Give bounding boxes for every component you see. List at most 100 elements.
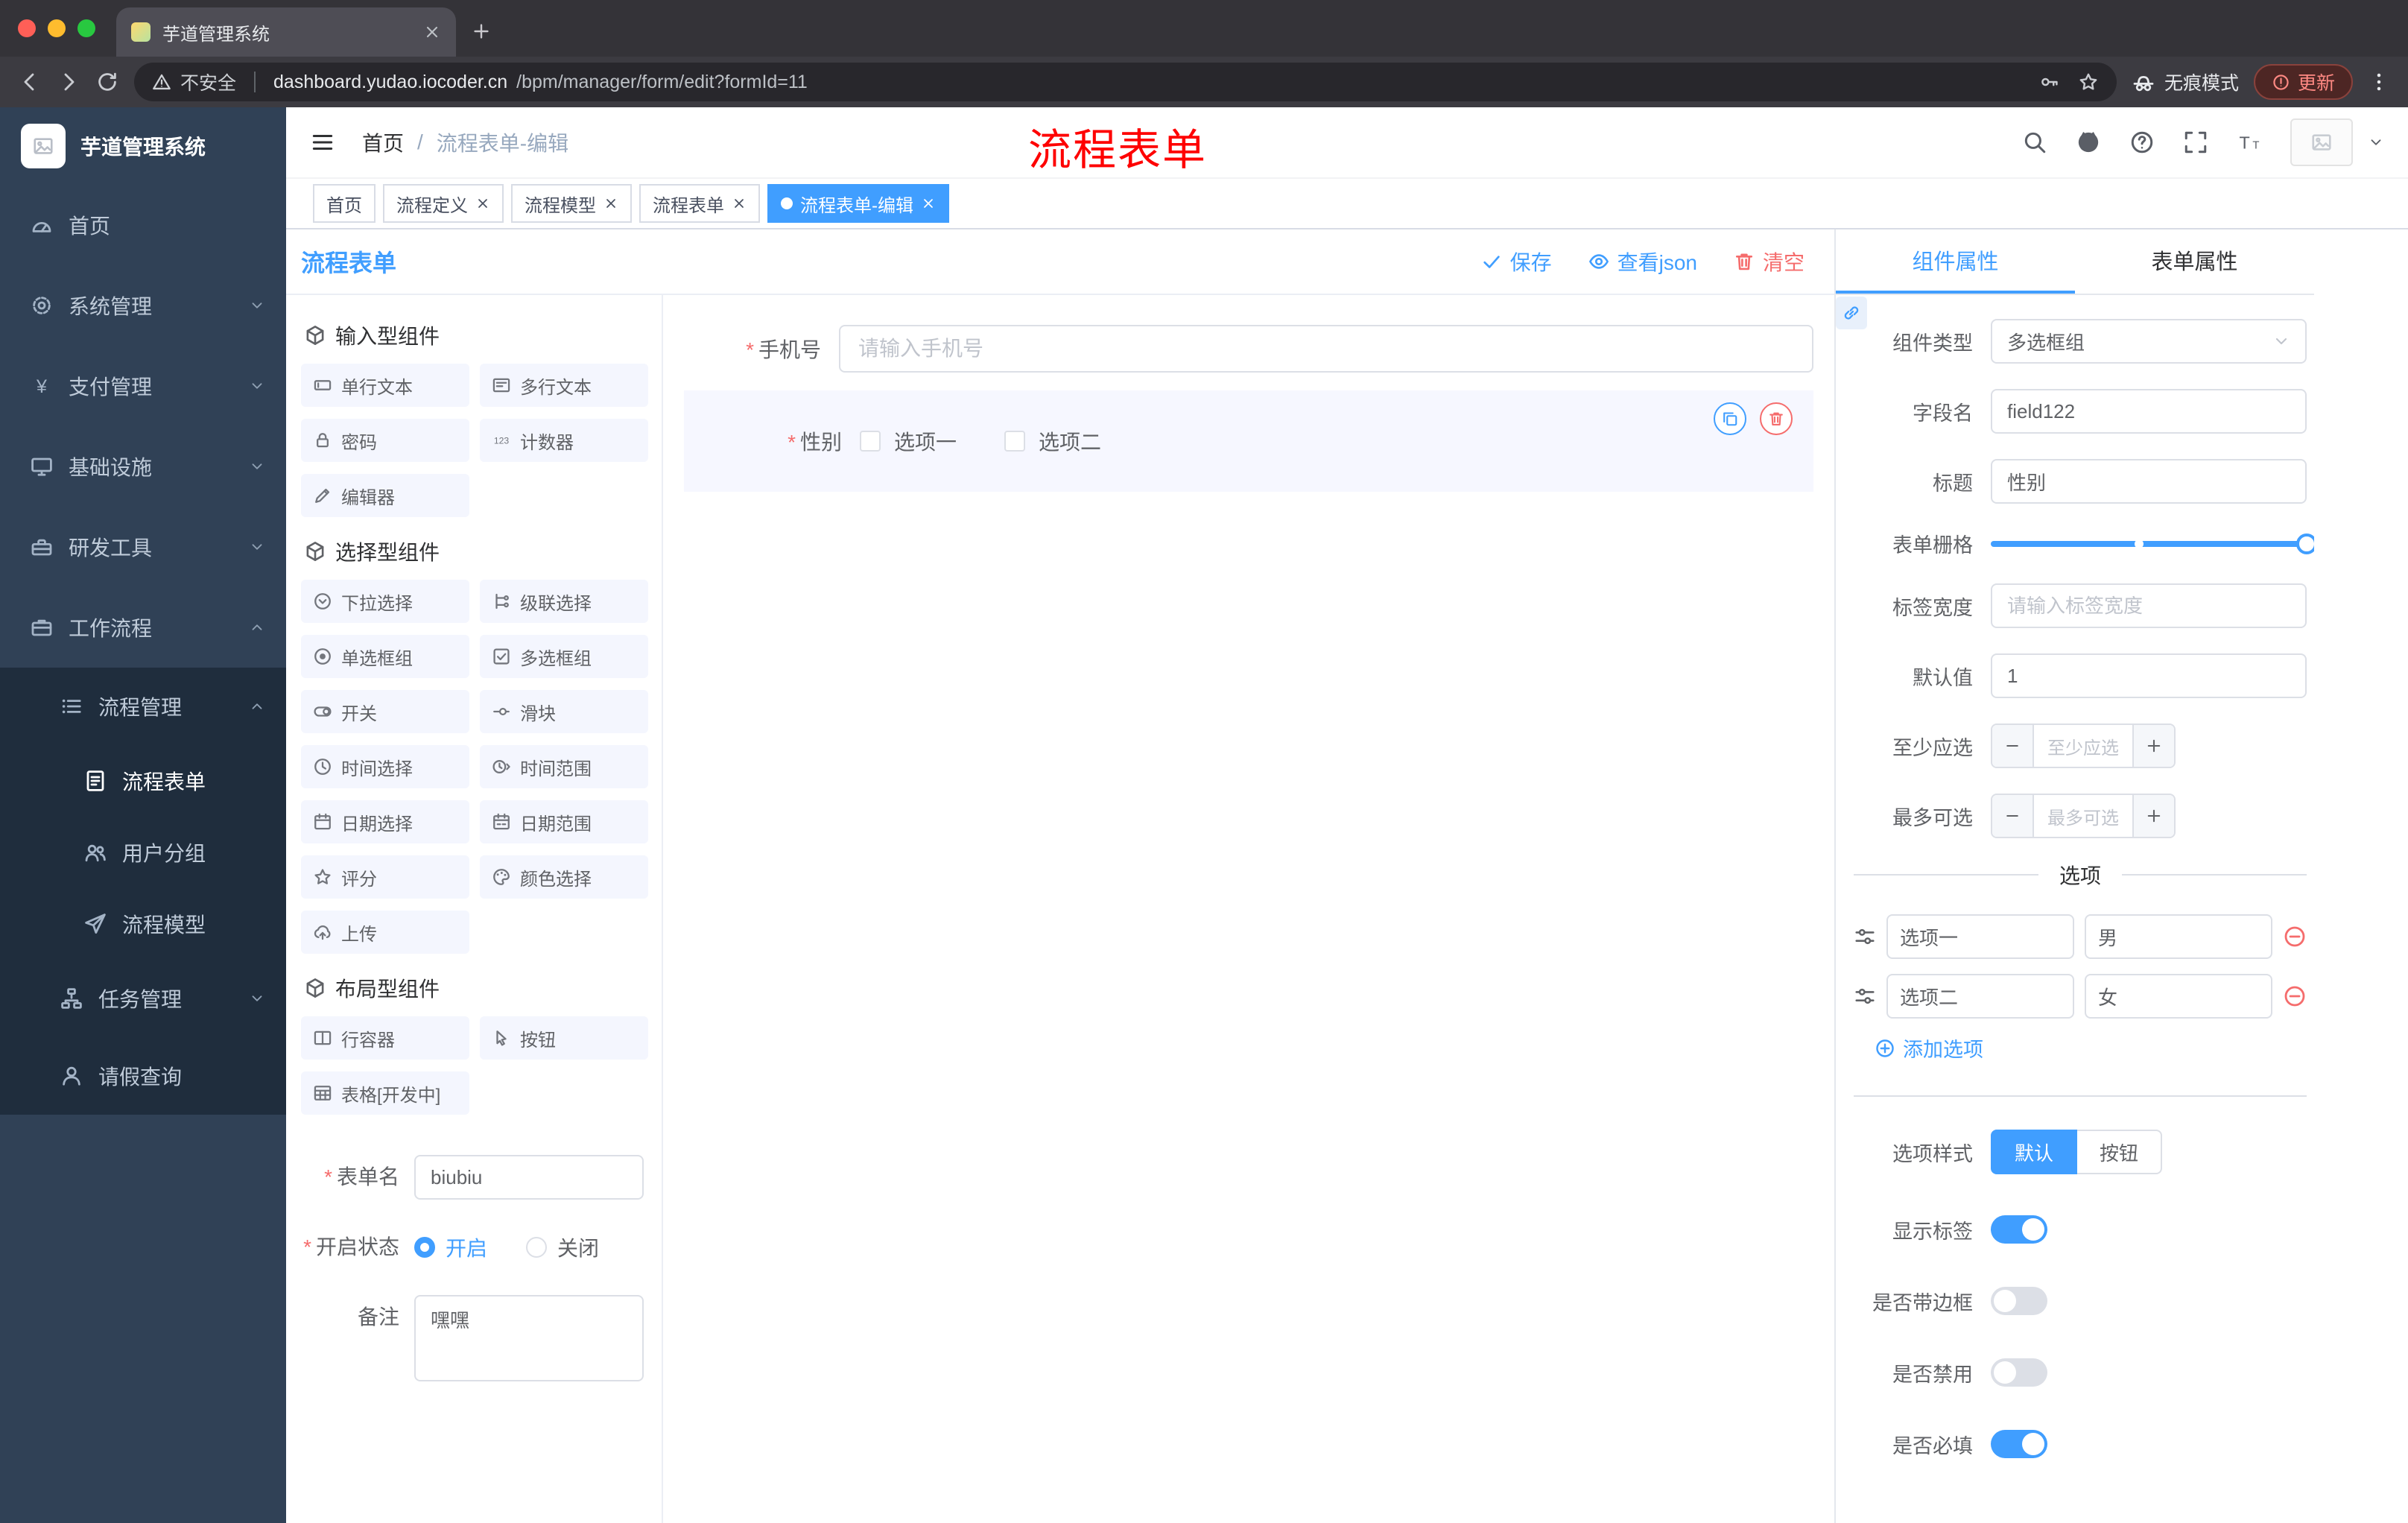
style-button-button[interactable]: 按钮 xyxy=(2077,1130,2163,1174)
security-warning-icon[interactable] xyxy=(152,72,171,92)
min-select-stepper[interactable]: 至少应选 xyxy=(1991,723,2176,768)
palette-chip-select[interactable]: 下拉选择 xyxy=(301,580,469,623)
option-label-input[interactable] xyxy=(1886,914,2074,959)
default-value-input[interactable] xyxy=(1991,653,2307,698)
palette-chip-password[interactable]: 密码 xyxy=(301,419,469,462)
window-minimize-button[interactable] xyxy=(48,19,66,37)
sidebar-item-process-mgmt[interactable]: 流程管理 xyxy=(0,668,286,745)
palette-chip-table[interactable]: 表格[开发中] xyxy=(301,1071,469,1115)
palette-chip-time[interactable]: 时间选择 xyxy=(301,745,469,788)
window-close-button[interactable] xyxy=(18,19,36,37)
palette-chip-date-range[interactable]: 日期范围 xyxy=(480,800,648,843)
password-key-icon[interactable] xyxy=(2039,72,2060,92)
tag-close-icon[interactable] xyxy=(732,196,747,211)
palette-chip-counter[interactable]: 123 计数器 xyxy=(480,419,648,462)
status-on-radio[interactable]: 开启 xyxy=(414,1232,487,1262)
palette-chip-single-text[interactable]: 单行文本 xyxy=(301,364,469,407)
status-off-radio[interactable]: 关闭 xyxy=(526,1232,599,1262)
fullscreen-icon[interactable] xyxy=(2183,130,2208,155)
sidebar-item-workflow[interactable]: 工作流程 xyxy=(0,587,286,668)
phone-input[interactable] xyxy=(839,325,1813,373)
clear-button[interactable]: 清空 xyxy=(1733,247,1805,276)
canvas-field-phone[interactable]: 手机号 xyxy=(684,325,1813,373)
search-icon[interactable] xyxy=(2022,130,2047,155)
field-name-input[interactable] xyxy=(1991,389,2307,434)
tag-process-form-edit[interactable]: 流程表单-编辑 xyxy=(767,184,949,223)
drag-handle-icon[interactable] xyxy=(1854,985,1876,1007)
sidebar-item-leave-query[interactable]: 请假查询 xyxy=(0,1037,286,1115)
palette-chip-cascader[interactable]: 级联选择 xyxy=(480,580,648,623)
tag-process-form[interactable]: 流程表单 xyxy=(639,184,760,223)
gender-option-1-checkbox[interactable]: 选项一 xyxy=(860,426,957,456)
palette-chip-radio-group[interactable]: 单选框组 xyxy=(301,635,469,678)
add-option-button[interactable]: 添加选项 xyxy=(1875,1033,2307,1063)
palette-chip-button[interactable]: 按钮 xyxy=(480,1016,648,1060)
palette-chip-multi-text[interactable]: 多行文本 xyxy=(480,364,648,407)
palette-chip-switch[interactable]: 开关 xyxy=(301,690,469,733)
remark-textarea[interactable]: 嘿嘿 xyxy=(414,1295,644,1381)
window-controls[interactable] xyxy=(18,19,95,37)
plus-icon[interactable] xyxy=(2132,725,2174,767)
browser-update-button[interactable]: 更新 xyxy=(2253,64,2353,100)
palette-chip-slider[interactable]: 滑块 xyxy=(480,690,648,733)
drag-handle-icon[interactable] xyxy=(1854,925,1876,948)
minus-icon[interactable] xyxy=(1992,795,2034,837)
remove-option-icon[interactable] xyxy=(2283,984,2307,1008)
palette-chip-time-range[interactable]: 时间范围 xyxy=(480,745,648,788)
sidebar-item-task-mgmt[interactable]: 任务管理 xyxy=(0,960,286,1037)
tag-close-icon[interactable] xyxy=(603,196,618,211)
breadcrumb-home[interactable]: 首页 xyxy=(362,127,404,157)
palette-chip-color[interactable]: 颜色选择 xyxy=(480,855,648,899)
copy-widget-icon[interactable] xyxy=(1714,402,1746,435)
option-label-input[interactable] xyxy=(1886,974,2074,1019)
with-border-toggle[interactable] xyxy=(1991,1287,2047,1315)
palette-chip-editor[interactable]: 编辑器 xyxy=(301,474,469,517)
gender-option-2-checkbox[interactable]: 选项二 xyxy=(1004,426,1101,456)
form-name-input[interactable] xyxy=(414,1155,644,1200)
new-tab-button[interactable] xyxy=(471,21,492,42)
minus-icon[interactable] xyxy=(1992,725,2034,767)
required-toggle[interactable] xyxy=(1991,1430,2047,1458)
palette-chip-rate[interactable]: 评分 xyxy=(301,855,469,899)
grid-slider[interactable] xyxy=(1991,533,2314,554)
sidebar-logo[interactable]: 芋道管理系统 xyxy=(0,107,286,185)
window-zoom-button[interactable] xyxy=(77,19,95,37)
sidebar-item-home[interactable]: 首页 xyxy=(0,185,286,265)
sidebar-collapse-icon[interactable] xyxy=(310,130,335,155)
tag-close-icon[interactable] xyxy=(475,196,490,211)
show-label-toggle[interactable] xyxy=(1991,1215,2047,1244)
tag-close-icon[interactable] xyxy=(921,196,936,211)
style-default-button[interactable]: 默认 xyxy=(1991,1130,2078,1174)
sidebar-item-user-group[interactable]: 用户分组 xyxy=(0,817,286,888)
tab-form-props[interactable]: 表单属性 xyxy=(2075,229,2314,294)
tab-component-props[interactable]: 组件属性 xyxy=(1836,229,2075,294)
reload-icon[interactable] xyxy=(95,70,119,94)
save-button[interactable]: 保存 xyxy=(1480,247,1552,276)
sidebar-item-process-form[interactable]: 流程表单 xyxy=(0,745,286,817)
sidebar-item-payment[interactable]: ¥ 支付管理 xyxy=(0,346,286,426)
bookmark-star-icon[interactable] xyxy=(2078,72,2099,92)
disabled-toggle[interactable] xyxy=(1991,1358,2047,1387)
sidebar-item-devtools[interactable]: 研发工具 xyxy=(0,507,286,587)
option-value-input[interactable] xyxy=(2085,914,2272,959)
github-icon[interactable] xyxy=(2076,130,2101,155)
back-icon[interactable] xyxy=(18,70,42,94)
palette-chip-checkbox-group[interactable]: 多选框组 xyxy=(480,635,648,678)
form-canvas[interactable]: 手机号 性别 xyxy=(663,295,1834,1523)
tag-home[interactable]: 首页 xyxy=(313,184,376,223)
title-input[interactable] xyxy=(1991,459,2307,504)
avatar[interactable] xyxy=(2290,118,2353,166)
plus-icon[interactable] xyxy=(2132,795,2174,837)
option-value-input[interactable] xyxy=(2085,974,2272,1019)
delete-widget-icon[interactable] xyxy=(1760,402,1793,435)
tag-process-definition[interactable]: 流程定义 xyxy=(383,184,504,223)
tag-process-model[interactable]: 流程模型 xyxy=(511,184,632,223)
palette-chip-row-container[interactable]: 行容器 xyxy=(301,1016,469,1060)
avatar-caret-icon[interactable] xyxy=(2368,134,2384,151)
view-json-button[interactable]: 查看json xyxy=(1588,247,1697,276)
link-icon[interactable] xyxy=(1836,297,1867,329)
font-size-icon[interactable]: TT xyxy=(2237,130,2262,155)
max-select-placeholder[interactable]: 最多可选 xyxy=(2034,795,2132,837)
sidebar-item-process-model[interactable]: 流程模型 xyxy=(0,888,286,960)
component-type-select[interactable]: 多选框组 xyxy=(1991,319,2307,364)
